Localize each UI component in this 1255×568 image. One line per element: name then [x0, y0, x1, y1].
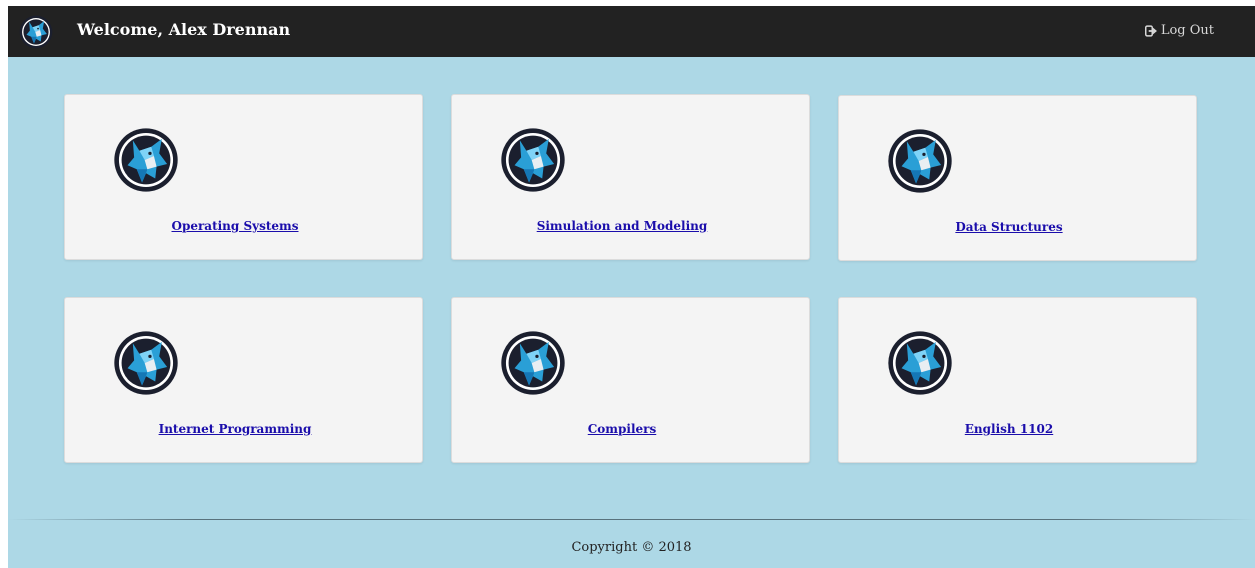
wolf-logo-icon[interactable] — [19, 15, 53, 49]
course-link-english-1102[interactable]: English 1102 — [839, 422, 1179, 436]
wolf-logo-icon — [887, 128, 953, 194]
course-card-operating-systems[interactable]: Operating Systems — [64, 94, 423, 260]
footer-divider — [8, 519, 1255, 520]
wolf-logo-icon — [500, 127, 566, 193]
page-frame: Welcome, Alex Drennan Log Out Operating … — [8, 6, 1255, 568]
course-card-english-1102[interactable]: English 1102 — [838, 297, 1197, 463]
course-card-data-structures[interactable]: Data Structures — [838, 95, 1197, 261]
sign-out-icon — [1144, 24, 1157, 37]
wolf-logo-icon — [500, 330, 566, 396]
course-card-compilers[interactable]: Compilers — [451, 297, 810, 463]
copyright-text: Copyright © 2018 — [571, 540, 692, 555]
wolf-logo-icon — [113, 330, 179, 396]
course-link-compilers[interactable]: Compilers — [452, 422, 792, 436]
top-navbar: Welcome, Alex Drennan Log Out — [8, 6, 1255, 57]
welcome-text: Welcome, Alex Drennan — [77, 20, 291, 39]
course-card-internet-programming[interactable]: Internet Programming — [64, 297, 423, 463]
course-card-simulation-and-modeling[interactable]: Simulation and Modeling — [451, 94, 810, 260]
logout-label: Log Out — [1160, 23, 1214, 38]
course-link-internet-programming[interactable]: Internet Programming — [65, 422, 405, 436]
course-link-simulation-and-modeling[interactable]: Simulation and Modeling — [452, 219, 792, 233]
wolf-logo-icon — [113, 127, 179, 193]
course-link-data-structures[interactable]: Data Structures — [839, 220, 1179, 234]
logout-button[interactable]: Log Out — [1144, 23, 1214, 38]
wolf-logo-icon — [887, 330, 953, 396]
course-link-operating-systems[interactable]: Operating Systems — [65, 219, 405, 233]
